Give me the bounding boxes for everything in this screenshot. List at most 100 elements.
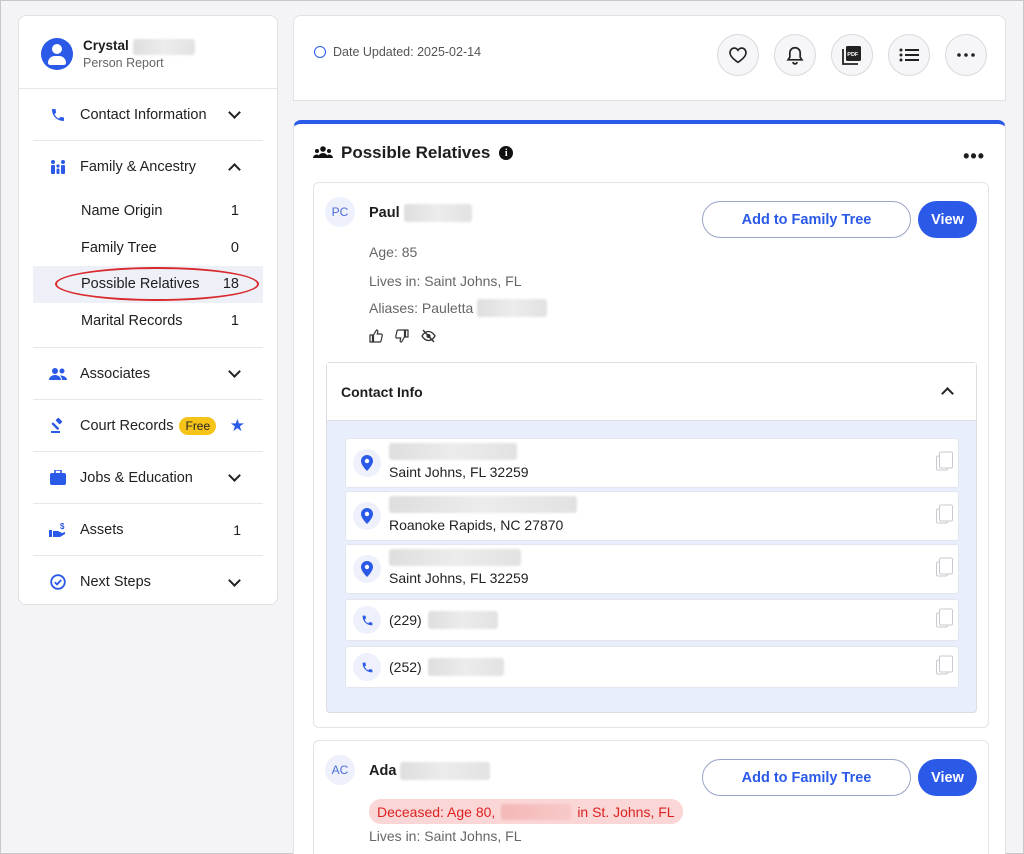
- copy-icon[interactable]: [936, 504, 953, 524]
- check-circle-icon: [49, 573, 67, 591]
- copy-icon[interactable]: [936, 608, 953, 628]
- nav-label: Contact Information: [80, 106, 207, 123]
- info-icon[interactable]: i: [499, 146, 514, 160]
- redacted-surname: [400, 762, 491, 780]
- location-pin-icon: [353, 555, 381, 583]
- family-icon: [49, 158, 67, 176]
- nav-label: Family & Ancestry: [80, 159, 197, 175]
- relative-initials-avatar: AC: [325, 755, 355, 785]
- contact-phone-row: (229): [345, 599, 959, 641]
- deceased-badge: Deceased: Age 80, in St. Johns, FL: [369, 799, 683, 824]
- nav-next-steps[interactable]: Next Steps: [33, 556, 263, 608]
- address-text: Saint Johns, FL 32259: [389, 570, 529, 586]
- redacted-street: [389, 549, 521, 566]
- more-options-button[interactable]: [945, 34, 987, 76]
- redacted-phone: [428, 658, 504, 676]
- redacted-surname: [132, 38, 195, 55]
- briefcase-icon: [49, 469, 67, 487]
- contact-info-panel: Contact Info Saint Johns, FL 32259 Roano…: [326, 362, 977, 713]
- nav-court-records[interactable]: Court Records Free ★: [33, 400, 263, 452]
- relative-name[interactable]: Paul: [369, 205, 400, 221]
- location-pin-icon: [353, 502, 381, 530]
- outline-button[interactable]: [888, 34, 930, 76]
- chevron-down-icon: [228, 365, 241, 378]
- subnav-marital-records[interactable]: Marital Records 1: [33, 303, 263, 340]
- nav-label: Court Records: [80, 417, 174, 434]
- copy-icon[interactable]: [936, 451, 953, 471]
- group-icon: [313, 145, 333, 162]
- add-to-family-tree-button[interactable]: Add to Family Tree: [702, 201, 911, 238]
- date-updated: Date Updated: 2025-02-14: [333, 45, 482, 59]
- view-button[interactable]: View: [918, 201, 977, 238]
- gavel-icon: [49, 417, 67, 435]
- free-badge: Free: [179, 416, 217, 435]
- subnav-name-origin[interactable]: Name Origin 1: [33, 193, 263, 230]
- assets-count: 1: [233, 521, 241, 538]
- ellipsis-icon: [957, 53, 975, 57]
- bell-icon: [786, 46, 804, 65]
- add-to-family-tree-button[interactable]: Add to Family Tree: [702, 759, 911, 796]
- section-title: Possible Relatives: [341, 143, 491, 162]
- user-avatar-icon: [41, 38, 73, 70]
- header-actions: PDF: [717, 34, 987, 76]
- redacted-surname: [403, 204, 472, 222]
- svg-text:$: $: [60, 522, 65, 531]
- thumbs-down-icon[interactable]: [395, 329, 409, 343]
- nav-assets[interactable]: $ Assets 1: [33, 504, 263, 556]
- subnav-possible-relatives[interactable]: Possible Relatives 18: [33, 266, 263, 303]
- chevron-down-icon: [228, 573, 241, 587]
- copy-icon[interactable]: [936, 557, 953, 577]
- highlight-circle-annotation: [55, 267, 259, 301]
- redacted-date: [501, 803, 572, 820]
- subnav-family-tree[interactable]: Family Tree 0: [33, 230, 263, 267]
- nav-label: Jobs & Education: [80, 469, 193, 486]
- phone-text: (229): [389, 612, 422, 628]
- notifications-button[interactable]: [774, 34, 816, 76]
- possible-relatives-section: Possible Relatives i ••• PC Paul Add to …: [293, 120, 1006, 854]
- deceased-location: in St. Johns, FL: [577, 803, 675, 820]
- favorite-button[interactable]: [717, 34, 759, 76]
- hide-eye-icon[interactable]: [421, 329, 436, 343]
- redacted-street: [389, 443, 517, 460]
- person-name: Crystal: [83, 38, 129, 54]
- relative-lives-in: Lives in: Saint Johns, FL: [369, 828, 522, 844]
- contact-info-header[interactable]: Contact Info: [327, 363, 976, 421]
- contact-address-row: Saint Johns, FL 32259: [345, 544, 959, 594]
- nav-label: Next Steps: [80, 574, 151, 590]
- report-sidebar: Crystal Person Report Contact Informatio…: [18, 15, 278, 605]
- relative-age: Age: 85: [369, 244, 418, 260]
- relative-lives-in: Lives in: Saint Johns, FL: [369, 273, 522, 289]
- family-subnav: Name Origin 1 Family Tree 0 Possible Rel…: [33, 193, 263, 348]
- relative-card: AC Ada Add to Family Tree View Deceased:…: [313, 740, 989, 854]
- address-text: Roanoke Rapids, NC 27870: [389, 517, 564, 533]
- nav-contact-information[interactable]: Contact Information: [33, 89, 263, 141]
- download-pdf-button[interactable]: PDF: [831, 34, 873, 76]
- pdf-icon: PDF: [842, 46, 861, 65]
- nav-label: Assets: [80, 521, 124, 538]
- nav-jobs-education[interactable]: Jobs & Education: [33, 452, 263, 504]
- star-icon: ★: [229, 415, 245, 435]
- heart-icon: [729, 47, 747, 64]
- redacted-alias: [477, 299, 548, 317]
- redacted-phone: [428, 611, 498, 629]
- feedback-controls: [369, 329, 436, 343]
- money-icon: $: [49, 521, 67, 539]
- copy-icon[interactable]: [936, 655, 953, 675]
- subnav-count: 1: [230, 203, 239, 220]
- list-icon: [899, 48, 919, 62]
- nav-family-ancestry[interactable]: Family & Ancestry: [33, 141, 263, 193]
- contact-address-row: Saint Johns, FL 32259: [345, 438, 959, 488]
- nav-associates[interactable]: Associates: [33, 348, 263, 400]
- section-more-icon[interactable]: •••: [963, 146, 985, 167]
- thumbs-up-icon[interactable]: [369, 329, 383, 343]
- report-header: Date Updated: 2025-02-14 PDF: [293, 15, 1006, 101]
- relative-name[interactable]: Ada: [369, 763, 396, 779]
- address-text: Saint Johns, FL 32259: [389, 464, 529, 480]
- chevron-down-icon: [228, 106, 241, 119]
- relative-card: PC Paul Add to Family Tree View Age: 85 …: [313, 182, 989, 728]
- report-type: Person Report: [83, 55, 164, 70]
- view-button[interactable]: View: [918, 759, 977, 796]
- redacted-street: [389, 496, 577, 513]
- profile-header: Crystal Person Report: [19, 16, 277, 89]
- nav-label: Associates: [80, 365, 151, 382]
